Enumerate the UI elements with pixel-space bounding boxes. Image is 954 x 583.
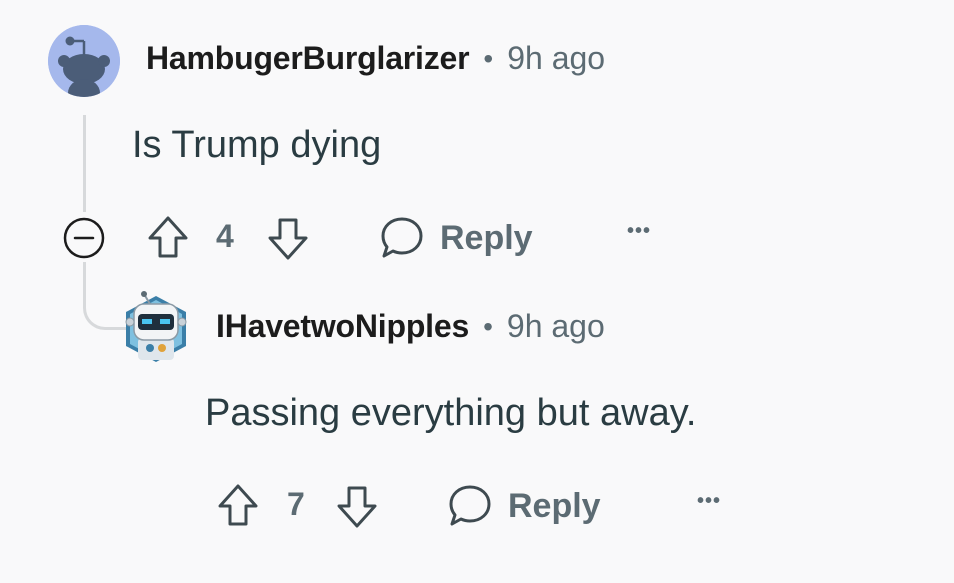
robot-avatar-icon bbox=[125, 291, 187, 362]
timestamp[interactable]: 9h ago bbox=[507, 308, 605, 345]
downvote-icon bbox=[268, 218, 308, 260]
reply-label: Reply bbox=[440, 218, 533, 257]
more-options-button[interactable]: ••• bbox=[697, 490, 721, 513]
vote-score: 4 bbox=[216, 218, 234, 255]
collapse-button[interactable] bbox=[60, 214, 108, 262]
comment-body: Is Trump dying bbox=[132, 124, 382, 166]
username[interactable]: IHavetwoNipples bbox=[216, 308, 469, 345]
upvote-icon bbox=[148, 216, 188, 258]
upvote-button[interactable] bbox=[146, 214, 190, 262]
timestamp[interactable]: 9h ago bbox=[507, 40, 605, 77]
comment-thread: HambugerBurglarizer • 9h ago Is Trump dy… bbox=[0, 0, 954, 583]
vote-count: 4 bbox=[216, 218, 234, 254]
downvote-button[interactable] bbox=[266, 214, 310, 262]
snoo-avatar-icon bbox=[48, 25, 120, 97]
reply-label: Reply bbox=[508, 486, 601, 525]
downvote-button[interactable] bbox=[335, 482, 379, 530]
reply-icon bbox=[381, 217, 423, 258]
reply-button[interactable]: Reply bbox=[446, 482, 601, 530]
more-options-button[interactable]: ••• bbox=[627, 220, 651, 243]
vote-count: 7 bbox=[287, 486, 305, 522]
thread-line[interactable] bbox=[83, 115, 86, 212]
avatar[interactable] bbox=[120, 290, 192, 366]
upvote-button[interactable] bbox=[216, 482, 260, 530]
separator: • bbox=[483, 310, 493, 342]
downvote-icon bbox=[337, 486, 377, 528]
comment-header: IHavetwoNipples • 9h ago bbox=[216, 308, 605, 345]
reply-button[interactable]: Reply bbox=[378, 214, 533, 262]
username[interactable]: HambugerBurglarizer bbox=[146, 40, 470, 77]
reply-icon bbox=[449, 485, 491, 526]
vote-score: 7 bbox=[287, 486, 305, 523]
separator: • bbox=[483, 42, 494, 74]
comment-header: HambugerBurglarizer • 9h ago bbox=[146, 40, 605, 77]
comment-body: Passing everything but away. bbox=[205, 392, 697, 434]
upvote-icon bbox=[218, 484, 258, 526]
collapse-icon bbox=[63, 217, 105, 259]
avatar[interactable] bbox=[48, 25, 120, 97]
